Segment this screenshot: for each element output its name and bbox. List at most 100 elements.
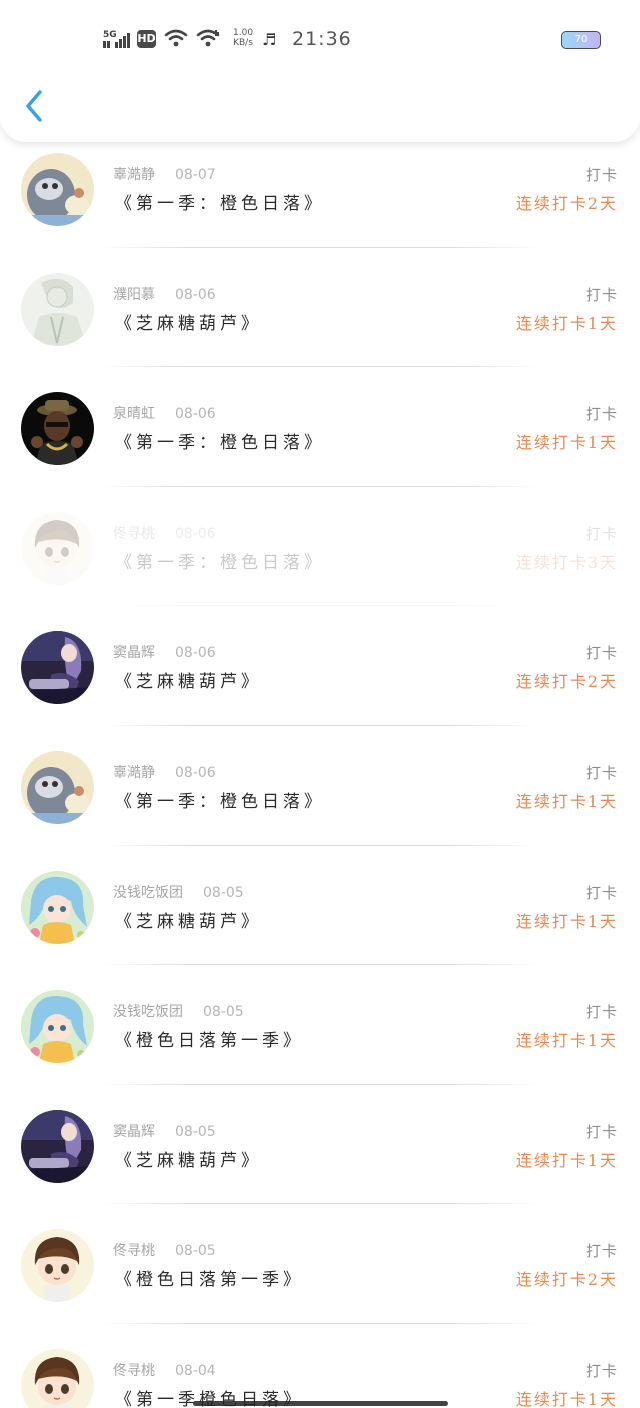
list-item[interactable]: 没钱吃饭团 08-05 《芝麻糖葫芦》 打卡 连续打卡1天 bbox=[0, 846, 640, 966]
user-name[interactable]: 辜澔静 bbox=[113, 167, 155, 183]
book-title[interactable]: 《芝麻糖葫芦》 bbox=[115, 907, 262, 932]
checkin-label: 打卡 bbox=[585, 1242, 618, 1261]
network-label: 5G bbox=[103, 30, 117, 40]
streak-badge: 连续打卡1天 bbox=[515, 1389, 618, 1408]
user-name[interactable]: 佟寻桃 bbox=[113, 1363, 155, 1379]
book-title[interactable]: 《橙色日落第一季》 bbox=[115, 1265, 304, 1290]
post-date: 08-06 bbox=[175, 406, 216, 423]
user-name[interactable]: 辜澔静 bbox=[113, 765, 155, 781]
header: 5G HD 1.00 KB/s ♬ 21:36 70 bbox=[0, 0, 640, 142]
post-date: 08-05 bbox=[175, 1123, 216, 1140]
list-item[interactable]: 泉晴虹 08-06 《第一季：橙色日落》 打卡 连续打卡1天 bbox=[0, 367, 640, 487]
streak-badge: 连续打卡2天 bbox=[515, 1270, 618, 1290]
streak-badge: 连续打卡1天 bbox=[515, 1031, 618, 1051]
post-date: 08-06 bbox=[175, 286, 216, 303]
streak-badge: 连续打卡1天 bbox=[515, 791, 618, 811]
item-meta: 没钱吃饭团 08-05 bbox=[113, 882, 244, 902]
user-name[interactable]: 濮阳慕 bbox=[113, 287, 155, 303]
rapper-avatar[interactable] bbox=[21, 392, 94, 466]
post-date: 08-06 bbox=[175, 764, 216, 781]
user-name[interactable]: 没钱吃饭团 bbox=[113, 885, 183, 901]
item-meta: 窦晶辉 08-06 bbox=[113, 642, 216, 662]
post-date: 08-06 bbox=[175, 525, 216, 542]
list-item[interactable]: 濮阳慕 08-06 《芝麻糖葫芦》 打卡 连续打卡1天 bbox=[0, 248, 640, 368]
list-item[interactable]: 佟寻桃 08-05 《橙色日落第一季》 打卡 连续打卡2天 bbox=[0, 1204, 640, 1324]
checkin-label: 打卡 bbox=[585, 405, 618, 424]
book-title[interactable]: 《橙色日落第一季》 bbox=[115, 1026, 304, 1051]
item-meta: 窦晶辉 08-05 bbox=[113, 1121, 216, 1141]
checkin-label: 打卡 bbox=[585, 644, 618, 663]
chibi-boy-avatar[interactable] bbox=[21, 511, 94, 585]
list-item[interactable]: 佟寻桃 08-06 《第一季：橙色日落》 打卡 连续打卡3天 bbox=[0, 487, 640, 607]
book-title[interactable]: 《芝麻糖葫芦》 bbox=[115, 667, 262, 692]
list-item[interactable]: 窦晶辉 08-06 《芝麻糖葫芦》 打卡 连续打卡2天 bbox=[0, 606, 640, 726]
item-meta: 辜澔静 08-06 bbox=[113, 762, 216, 782]
item-meta: 辜澔静 08-07 bbox=[113, 164, 216, 184]
user-name[interactable]: 窦晶辉 bbox=[113, 645, 155, 661]
cellular-signal-icon: 5G bbox=[103, 28, 131, 54]
streak-badge: 连续打卡2天 bbox=[515, 194, 618, 213]
streak-badge: 连续打卡1天 bbox=[515, 1150, 618, 1170]
chibi-boy-avatar[interactable] bbox=[21, 1348, 94, 1408]
user-name[interactable]: 没钱吃饭团 bbox=[113, 1004, 183, 1020]
book-title[interactable]: 《第一季：橙色日落》 bbox=[115, 428, 325, 453]
post-date: 08-05 bbox=[203, 884, 244, 901]
speed-value: 1.00 bbox=[233, 28, 254, 38]
sketch-man-avatar[interactable] bbox=[21, 272, 94, 346]
chevron-left-icon bbox=[26, 90, 42, 122]
book-title[interactable]: 《第一季：橙色日落》 bbox=[115, 787, 325, 812]
post-date: 08-05 bbox=[175, 1243, 216, 1260]
user-name[interactable]: 佟寻桃 bbox=[113, 526, 155, 542]
wifi-icon bbox=[164, 28, 188, 52]
streak-badge: 连续打卡1天 bbox=[515, 911, 618, 931]
post-date: 08-04 bbox=[175, 1362, 216, 1379]
checkin-label: 打卡 bbox=[585, 166, 618, 184]
checkin-label: 打卡 bbox=[585, 1122, 618, 1141]
list-item[interactable]: 没钱吃饭团 08-05 《橙色日落第一季》 打卡 连续打卡1天 bbox=[0, 965, 640, 1085]
cartoon-cat-avatar[interactable] bbox=[21, 750, 94, 824]
book-title[interactable]: 《第一季：橙色日落》 bbox=[115, 189, 325, 214]
list-item[interactable]: 辜澔静 08-06 《第一季：橙色日落》 打卡 连续打卡1天 bbox=[0, 726, 640, 846]
chibi-boy-avatar[interactable] bbox=[21, 1229, 94, 1303]
anime-girl-blue-avatar[interactable] bbox=[21, 990, 94, 1064]
music-note-icon: ♬ bbox=[262, 30, 277, 49]
checkin-list: 辜澔静 08-07 《第一季：橙色日落》 打卡 连续打卡2天 濮阳慕 08-06 《… bbox=[0, 128, 640, 1408]
cartoon-cat-avatar[interactable] bbox=[21, 153, 94, 226]
list-item[interactable]: 辜澔静 08-07 《第一季：橙色日落》 打卡 连续打卡2天 bbox=[0, 128, 640, 248]
item-meta: 佟寻桃 08-06 bbox=[113, 523, 216, 543]
book-title[interactable]: 《芝麻糖葫芦》 bbox=[115, 309, 262, 334]
home-indicator bbox=[193, 1401, 448, 1406]
post-date: 08-05 bbox=[203, 1004, 244, 1021]
list-item[interactable]: 佟寻桃 08-04 《第一季橙色日落》 打卡 连续打卡1天 bbox=[0, 1324, 640, 1408]
speed-unit: KB/s bbox=[233, 38, 253, 48]
checkin-label: 打卡 bbox=[585, 883, 618, 902]
anime-girl-purple-avatar[interactable] bbox=[21, 631, 94, 705]
book-title[interactable]: 《芝麻糖葫芦》 bbox=[115, 1146, 262, 1171]
battery-icon: 70 bbox=[561, 31, 601, 49]
back-button[interactable] bbox=[18, 86, 54, 126]
status-bar: 5G HD 1.00 KB/s ♬ 21:36 70 bbox=[0, 22, 640, 58]
streak-badge: 连续打卡1天 bbox=[515, 433, 618, 453]
checkin-label: 打卡 bbox=[585, 763, 618, 782]
streak-badge: 连续打卡1天 bbox=[515, 313, 618, 333]
checkin-label: 打卡 bbox=[585, 524, 618, 543]
clock-time: 21:36 bbox=[292, 28, 352, 50]
checkin-label: 打卡 bbox=[585, 1003, 618, 1022]
user-name[interactable]: 泉晴虹 bbox=[113, 406, 155, 422]
checkin-list-page: 5G HD 1.00 KB/s ♬ 21:36 70 辜澔静 08-07 《第一… bbox=[0, 0, 640, 1408]
item-meta: 没钱吃饭团 08-05 bbox=[113, 1001, 244, 1021]
user-name[interactable]: 佟寻桃 bbox=[113, 1243, 155, 1259]
anime-girl-blue-avatar[interactable] bbox=[21, 870, 94, 944]
user-name[interactable]: 窦晶辉 bbox=[113, 1124, 155, 1140]
item-meta: 濮阳慕 08-06 bbox=[113, 284, 216, 304]
item-meta: 佟寻桃 08-04 bbox=[113, 1360, 216, 1380]
list-item[interactable]: 窦晶辉 08-05 《芝麻糖葫芦》 打卡 连续打卡1天 bbox=[0, 1085, 640, 1205]
item-meta: 佟寻桃 08-05 bbox=[113, 1240, 216, 1260]
wifi-plus-icon bbox=[196, 28, 222, 52]
checkin-label: 打卡 bbox=[585, 285, 618, 304]
book-title[interactable]: 《第一季：橙色日落》 bbox=[115, 548, 325, 573]
checkin-label: 打卡 bbox=[585, 1361, 618, 1380]
post-date: 08-07 bbox=[175, 167, 216, 183]
item-meta: 泉晴虹 08-06 bbox=[113, 403, 216, 423]
anime-girl-purple-avatar[interactable] bbox=[21, 1109, 94, 1183]
